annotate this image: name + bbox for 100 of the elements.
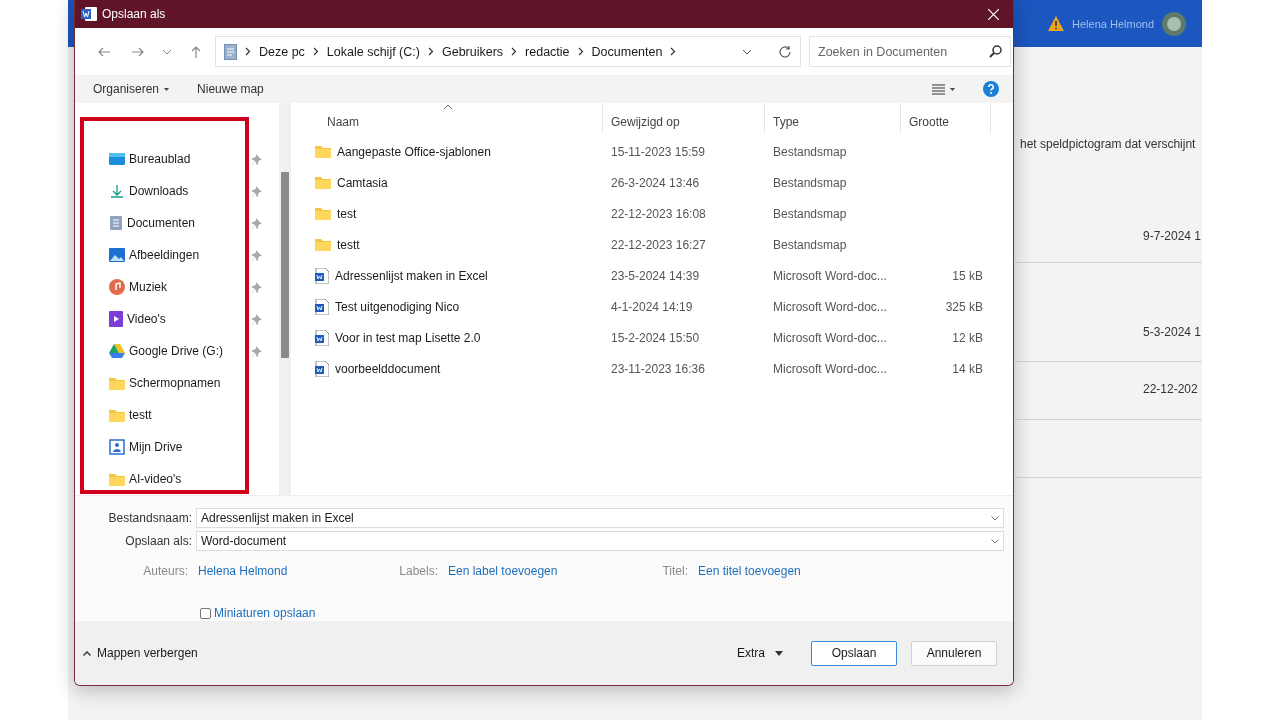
folder-icon: [109, 472, 125, 486]
breadcrumb[interactable]: redactie: [525, 44, 570, 59]
caret-icon: [950, 87, 955, 91]
field-label: Opslaan als:: [124, 534, 193, 548]
nav-item[interactable]: AI-video's: [75, 463, 265, 495]
date-text: 22-12-202: [1143, 382, 1198, 396]
file-name[interactable]: voorbeelddocument: [335, 361, 441, 376]
nav-item[interactable]: Google Drive (G:): [75, 335, 265, 367]
metadata-link[interactable]: Helena Helmond: [198, 564, 288, 578]
video-icon: [109, 311, 123, 327]
nav-item[interactable]: Bureaublad: [75, 143, 265, 175]
chevron-down-icon[interactable]: [742, 48, 752, 55]
metadata-link[interactable]: Een label toevoegen: [448, 564, 558, 578]
word-file-icon: [315, 267, 329, 284]
dropdown-field[interactable]: Word-document: [196, 531, 1004, 551]
metadata-link[interactable]: Een titel toevoegen: [698, 564, 801, 578]
field-label: Bestandsnaam:: [107, 511, 193, 525]
user-name: Helena Helmond: [1072, 17, 1154, 30]
file-name[interactable]: Adressenlijst maken in Excel: [335, 268, 488, 283]
modified-date: 15-2-2024 15:50: [611, 330, 700, 345]
help-icon[interactable]: [983, 81, 999, 97]
chevron-down-icon: [162, 48, 172, 55]
refresh-icon[interactable]: [778, 44, 792, 59]
chevron-icon: [427, 47, 434, 56]
date-text: 5-3-2024 1: [1143, 325, 1202, 339]
file-type: Microsoft Word-doc...: [773, 361, 887, 376]
column-header[interactable]: Grootte: [901, 103, 991, 133]
breadcrumb[interactable]: Lokale schijf (C:): [326, 44, 420, 59]
address-bar[interactable]: Deze pc Lokale schijf (C:) Gebruikers redactie Documenten: [215, 36, 801, 67]
file-type: Microsoft Word-doc...: [773, 268, 887, 283]
field-label: Titel:: [661, 564, 689, 578]
pin-icon: [252, 153, 262, 165]
search-field[interactable]: Zoeken in Documenten: [809, 36, 1011, 67]
file-type: Microsoft Word-doc...: [773, 330, 887, 345]
music-icon: [109, 279, 125, 295]
caret-icon: [775, 650, 783, 656]
toolbar-button[interactable]: Nieuwe map: [189, 78, 272, 100]
file-size: 325 kB: [945, 299, 983, 314]
breadcrumb[interactable]: Documenten: [591, 44, 663, 59]
nav-item[interactable]: Mijn Drive: [75, 431, 265, 463]
file-type: Bestandsmap: [773, 175, 847, 190]
document-icon: [224, 43, 237, 60]
file-type: Bestandsmap: [773, 237, 847, 252]
toolbar-button[interactable]: Organiseren: [85, 78, 178, 100]
thumbnail-checkbox[interactable]: Miniaturen opslaan: [200, 606, 316, 620]
column-header[interactable]: Gewijzigd op: [603, 103, 765, 133]
avatar[interactable]: [1162, 11, 1186, 36]
breadcrumb[interactable]: Deze pc: [259, 44, 305, 59]
file-name[interactable]: Camtasia: [337, 175, 388, 190]
word-file-icon: [315, 360, 329, 377]
search-icon: [989, 45, 1002, 58]
file-name[interactable]: Voor in test map Lisette 2.0: [335, 330, 481, 345]
image-icon: [109, 439, 125, 455]
dialog-button[interactable]: Annuleren: [911, 640, 997, 666]
chevron-icon: [577, 47, 584, 56]
file-type: Microsoft Word-doc...: [773, 299, 887, 314]
extra-button[interactable]: Extra: [737, 646, 783, 660]
caret-icon: [164, 87, 170, 91]
nav-item[interactable]: Muziek: [75, 271, 265, 303]
modified-date: 4-1-2024 14:19: [611, 299, 693, 314]
file-name[interactable]: test: [337, 206, 357, 221]
nav-item[interactable]: testt: [75, 399, 265, 431]
pin-icon: [252, 313, 262, 325]
up-icon: [189, 44, 203, 59]
scrollbar-thumb[interactable]: [281, 172, 289, 358]
file-name[interactable]: testt: [337, 237, 360, 252]
drive-icon: [109, 344, 125, 358]
file-name[interactable]: Aangepaste Office-sjablonen: [337, 144, 491, 159]
nav-item[interactable]: Documenten: [75, 207, 265, 239]
field-label: Labels:: [398, 564, 439, 578]
nav-item[interactable]: Schermopnamen: [75, 367, 265, 399]
chevron-icon: [670, 47, 677, 56]
date-text: 9-7-2024 1: [1143, 229, 1202, 243]
breadcrumb[interactable]: Gebruikers: [441, 44, 504, 59]
desktop-icon: [109, 152, 125, 166]
pin-icon: [252, 217, 262, 229]
dropdown-field[interactable]: Adressenlijst maken in Excel: [196, 508, 1004, 528]
file-size: 14 kB: [952, 361, 983, 376]
chevron-down-icon: [991, 515, 999, 521]
nav-item[interactable]: Afbeeldingen: [75, 239, 265, 271]
pin-icon: [252, 281, 262, 293]
modified-date: 15-11-2023 15:59: [611, 144, 705, 159]
chevron-icon: [245, 47, 251, 56]
hide-folders-button[interactable]: Mappen verbergen: [83, 646, 198, 660]
folder-icon: [109, 408, 125, 422]
chevron-icon: [312, 47, 319, 56]
modified-date: 23-11-2023 16:36: [611, 361, 705, 376]
file-type: Bestandsmap: [773, 206, 847, 221]
dialog-button[interactable]: Opslaan: [811, 640, 897, 666]
folder-icon: [315, 207, 331, 220]
warning-icon: [1048, 16, 1065, 31]
folder-icon: [315, 145, 331, 158]
nav-item[interactable]: Video's: [75, 303, 265, 335]
file-name[interactable]: Test uitgenodiging Nico: [335, 299, 460, 314]
close-icon: [987, 8, 999, 20]
column-header[interactable]: Type: [765, 103, 901, 133]
document-icon: [109, 215, 123, 231]
field-label: Auteurs:: [142, 564, 189, 578]
column-header[interactable]: Naam: [293, 103, 603, 133]
nav-item[interactable]: Downloads: [75, 175, 265, 207]
